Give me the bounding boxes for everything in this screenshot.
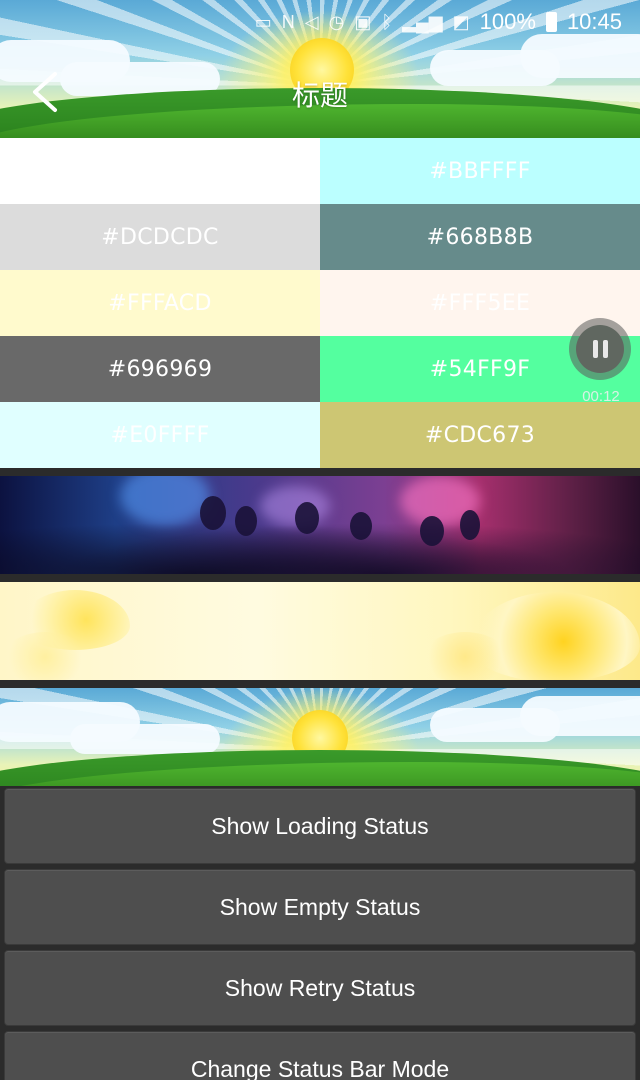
app-bar: 标题 xyxy=(0,52,640,132)
color-swatch: #FFFFFF xyxy=(0,138,320,204)
change-status-bar-mode-button[interactable]: Change Status Bar Mode xyxy=(4,1031,636,1080)
cast-icon: ▭ xyxy=(254,11,272,32)
signal-icon: ▂▄▆ xyxy=(402,11,443,32)
show-empty-status-button[interactable]: Show Empty Status xyxy=(4,869,636,945)
status-bar: ▭ N ◁ ◷ ▣ ᛒ ▂▄▆ ◩ 100% 10:45 xyxy=(0,0,640,44)
color-swatch: #E0FFFF xyxy=(0,402,320,468)
recording-timer: 00:12 xyxy=(582,388,620,405)
mute-icon: ◁ xyxy=(304,11,319,32)
action-button-list: Show Loading Status Show Empty Status Sh… xyxy=(0,786,640,1080)
color-swatch: #BBFFFF xyxy=(320,138,640,204)
show-loading-status-button[interactable]: Show Loading Status xyxy=(4,788,636,864)
divider xyxy=(0,468,640,476)
concert-banner-image xyxy=(0,476,640,574)
color-swatch: #668B8B xyxy=(320,204,640,270)
color-swatch: #CDC673 xyxy=(320,402,640,468)
divider xyxy=(0,680,640,688)
sim-icon: ▣ xyxy=(354,11,372,32)
bluetooth-icon: ᛒ xyxy=(381,11,393,32)
header-banner: ▭ N ◁ ◷ ▣ ᛒ ▂▄▆ ◩ 100% 10:45 标题 xyxy=(0,0,640,138)
divider xyxy=(0,574,640,582)
wifi-icon: ◩ xyxy=(452,11,470,32)
recording-pause-button[interactable] xyxy=(569,318,631,380)
battery-icon xyxy=(545,12,557,32)
nfc-icon: N xyxy=(281,11,295,32)
color-swatch: #696969 xyxy=(0,336,320,402)
flower-banner-image xyxy=(0,582,640,680)
clock: 10:45 xyxy=(566,9,622,34)
color-swatch: #FFFACD xyxy=(0,270,320,336)
show-retry-status-button[interactable]: Show Retry Status xyxy=(4,950,636,1026)
sunburst-banner-image xyxy=(0,688,640,786)
alarm-icon: ◷ xyxy=(328,11,345,32)
color-grid: #FFFFFF #BBFFFF #DCDCDC #668B8B #FFFACD … xyxy=(0,138,640,468)
page-title: 标题 xyxy=(291,79,348,112)
pause-icon xyxy=(576,325,624,373)
battery-percent: 100% xyxy=(479,9,536,34)
color-swatch: #DCDCDC xyxy=(0,204,320,270)
